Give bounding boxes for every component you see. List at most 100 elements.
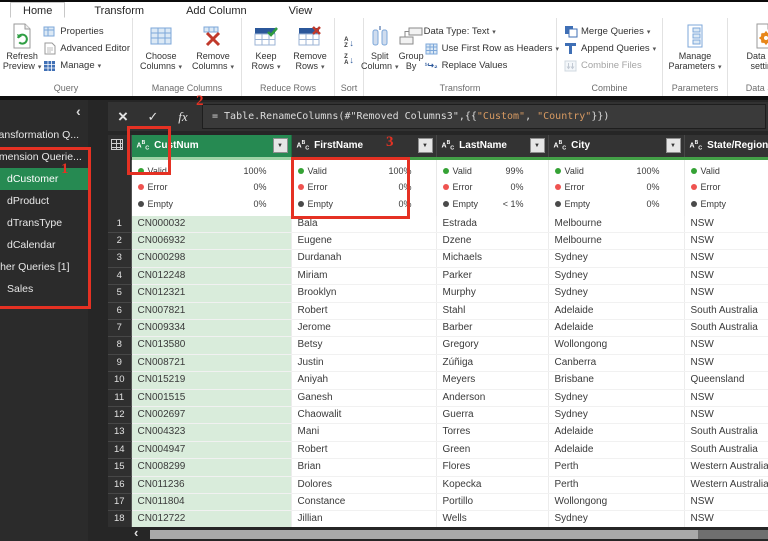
row-number[interactable]: 2 <box>108 232 132 251</box>
cell[interactable]: Green <box>436 441 549 460</box>
cell[interactable]: Anderson <box>436 389 549 407</box>
tab-transform[interactable]: Transform <box>81 2 157 18</box>
cell[interactable]: Brooklyn <box>291 284 437 303</box>
cell[interactable]: Constance <box>291 493 437 512</box>
row-number[interactable]: 17 <box>108 493 132 512</box>
cell[interactable]: Mani <box>291 423 437 442</box>
row-number[interactable]: 5 <box>108 284 132 303</box>
row-number[interactable]: 4 <box>108 267 132 286</box>
append-queries-button[interactable]: Append Queries <box>563 40 656 57</box>
cell[interactable]: Ganesh <box>291 389 437 407</box>
row-number[interactable]: 8 <box>108 336 132 355</box>
cell[interactable]: Dolores <box>291 476 437 495</box>
cell[interactable]: Barber <box>436 319 549 338</box>
cell[interactable]: Melbourne <box>548 215 685 233</box>
cell[interactable]: Perth <box>548 476 685 495</box>
cell[interactable]: Guerra <box>436 406 549 425</box>
cell[interactable]: NSW <box>684 284 768 303</box>
cell[interactable]: NSW <box>684 336 768 355</box>
cell[interactable]: Gregory <box>436 336 549 355</box>
cell[interactable]: NSW <box>684 267 768 286</box>
cell[interactable]: Adelaide <box>548 319 685 338</box>
cell[interactable]: Miriam <box>291 267 437 286</box>
sort-ascending-button[interactable]: A Z ↓ <box>344 36 354 51</box>
cell[interactable]: Flores <box>436 458 549 477</box>
query-item-dproduct[interactable]: dProduct <box>0 190 88 212</box>
cell[interactable]: Wollongong <box>548 493 685 512</box>
cell[interactable]: Zúñiga <box>436 354 549 373</box>
cell[interactable]: CN012248 <box>131 267 292 286</box>
cell[interactable]: Bala <box>291 215 437 233</box>
cell[interactable]: Stahl <box>436 302 549 320</box>
cell[interactable]: CN011236 <box>131 476 292 495</box>
cell[interactable]: Sydney <box>548 406 685 425</box>
row-number[interactable]: 10 <box>108 371 132 390</box>
cell[interactable]: Jerome <box>291 319 437 338</box>
cell[interactable]: NSW <box>684 249 768 268</box>
collapse-pane-icon[interactable] <box>76 105 81 117</box>
cell[interactable]: Chaowalit <box>291 406 437 425</box>
row-number[interactable]: 16 <box>108 476 132 495</box>
column-filter-dropdown[interactable] <box>417 138 433 154</box>
query-item-transformation-q-[interactable]: Transformation Q... <box>0 124 88 146</box>
cell[interactable]: Torres <box>436 423 549 442</box>
cell[interactable]: Parker <box>436 267 549 286</box>
data-type-button[interactable]: Data Type: Text <box>424 23 559 40</box>
row-number[interactable]: 18 <box>108 510 132 527</box>
query-item-dcalendar[interactable]: dCalendar <box>0 234 88 256</box>
select-all-corner[interactable] <box>108 135 132 158</box>
horizontal-scrollbar[interactable] <box>108 527 768 541</box>
cell[interactable]: NSW <box>684 406 768 425</box>
cell[interactable]: CN002697 <box>131 406 292 425</box>
cell[interactable]: Justin <box>291 354 437 373</box>
column-header-firstname[interactable]: ABC FirstName <box>291 135 437 158</box>
cell[interactable]: Murphy <box>436 284 549 303</box>
query-item-dcustomer[interactable]: dCustomer <box>0 168 88 190</box>
cell[interactable]: CN012321 <box>131 284 292 303</box>
choose-columns-button[interactable]: Choose Columns <box>135 21 187 82</box>
cell[interactable]: Estrada <box>436 215 549 233</box>
cell[interactable]: CN004323 <box>131 423 292 442</box>
cell[interactable]: Durdanah <box>291 249 437 268</box>
cell[interactable]: NSW <box>684 389 768 407</box>
tab-home[interactable]: Home <box>10 2 66 18</box>
cell[interactable]: CN012722 <box>131 510 292 527</box>
keep-rows-button[interactable]: Keep Rows <box>244 21 288 82</box>
scrollbar-thumb[interactable] <box>150 530 698 539</box>
cell[interactable]: NSW <box>684 215 768 233</box>
cell[interactable]: Brian <box>291 458 437 477</box>
refresh-preview-button[interactable]: Refresh Preview <box>2 21 42 82</box>
cell[interactable]: Jillian <box>291 510 437 527</box>
column-filter-dropdown[interactable] <box>529 138 545 154</box>
cell[interactable]: CN004947 <box>131 441 292 460</box>
cell[interactable]: Portillo <box>436 493 549 512</box>
cell[interactable]: CN000298 <box>131 249 292 268</box>
cell[interactable]: NSW <box>684 232 768 251</box>
cell[interactable]: Sydney <box>548 510 685 527</box>
cell[interactable]: Adelaide <box>548 302 685 320</box>
cell[interactable]: South Australia <box>684 302 768 320</box>
cell[interactable]: CN000032 <box>131 215 292 233</box>
properties-button[interactable]: Properties <box>42 23 130 40</box>
remove-columns-button[interactable]: Remove Columns <box>187 21 239 82</box>
data-source-settings-button[interactable]: Data sour settings <box>737 21 768 82</box>
cell[interactable]: Sydney <box>548 249 685 268</box>
row-number[interactable]: 11 <box>108 389 132 407</box>
group-by-button[interactable]: Group By <box>399 21 424 82</box>
cell[interactable]: NSW <box>684 510 768 527</box>
cell[interactable]: CN008299 <box>131 458 292 477</box>
cell[interactable]: Aniyah <box>291 371 437 390</box>
query-item-dtranstype[interactable]: dTransType <box>0 212 88 234</box>
cell[interactable]: South Australia <box>684 423 768 442</box>
row-number[interactable]: 14 <box>108 441 132 460</box>
cell[interactable]: NSW <box>684 493 768 512</box>
column-header-lastname[interactable]: ABC LastName <box>436 135 549 158</box>
cancel-icon[interactable] <box>108 107 138 127</box>
column-filter-dropdown[interactable] <box>665 138 681 154</box>
cell[interactable]: Betsy <box>291 336 437 355</box>
replace-values-button[interactable]: ¹↪₂ Replace Values <box>424 57 559 74</box>
cell[interactable]: CN015219 <box>131 371 292 390</box>
tab-view[interactable]: View <box>276 2 326 18</box>
manage-parameters-button[interactable]: Manage Parameters <box>666 21 724 82</box>
cell[interactable]: Kopecka <box>436 476 549 495</box>
